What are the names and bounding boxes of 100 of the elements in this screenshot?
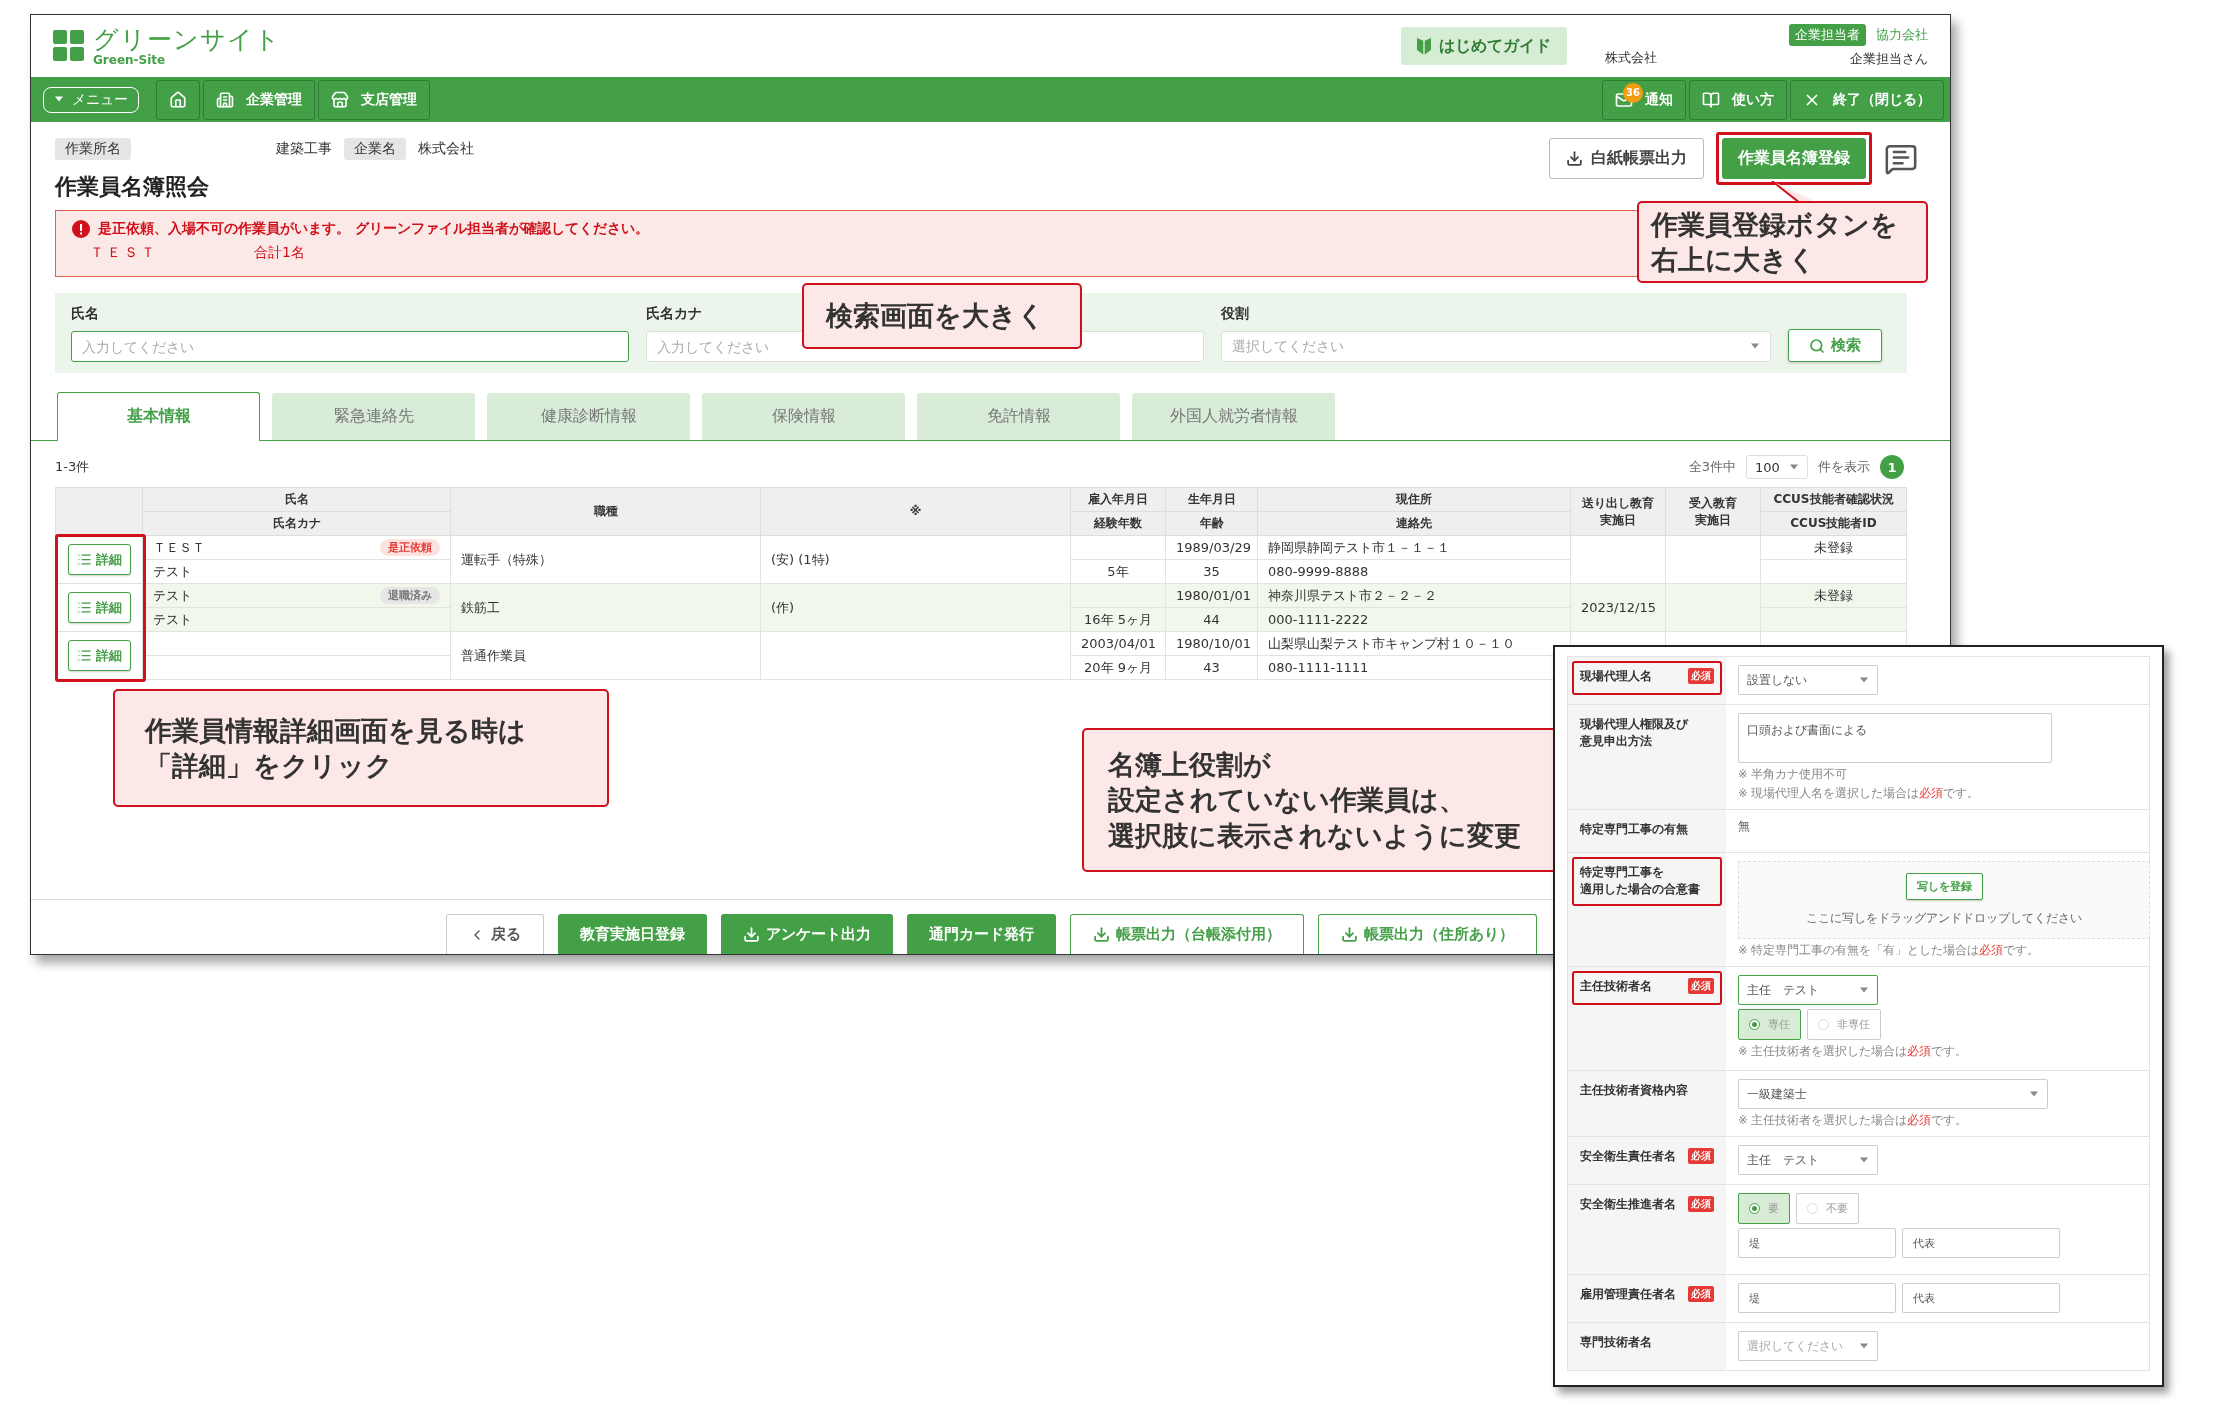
tab[interactable]: 外国人就労者情報 <box>1132 393 1335 440</box>
detail-button[interactable]: 詳細 <box>67 640 131 671</box>
worker-name: テスト <box>153 586 192 605</box>
select-field[interactable]: 設置しない <box>1738 665 1878 695</box>
select-field[interactable]: 主任 テスト <box>1738 1145 1878 1175</box>
menu-button[interactable]: メニュー <box>43 86 139 113</box>
nav-button[interactable]: 支店管理 <box>318 79 430 120</box>
search-icon <box>1809 337 1825 354</box>
input-field[interactable]: 堤 <box>1738 1283 1896 1313</box>
field-label: 安全衛生責任者名 <box>1580 1148 1676 1165</box>
header-cell: 生年月日 <box>1165 487 1258 512</box>
guide-button[interactable]: はじめてガイド <box>1401 27 1567 65</box>
nav-button[interactable]: 終了（閉じる） <box>1790 79 1944 120</box>
table-cell: 000-1111-2222 <box>1257 607 1571 632</box>
action-button[interactable]: 教育実施日登録 <box>558 914 707 954</box>
action-button[interactable]: 帳票出力（住所あり） <box>1318 914 1537 954</box>
action-button[interactable]: 通門カード発行 <box>907 914 1056 954</box>
field-label: 専門技術者名 <box>1580 1334 1652 1351</box>
caret-icon <box>1859 1156 1869 1164</box>
back-button[interactable]: 戻る <box>446 914 544 954</box>
select-field[interactable]: 選択してください <box>1738 1331 1878 1361</box>
tab[interactable]: 緊急連絡先 <box>272 393 475 440</box>
header-cell: 氏名 <box>142 487 451 512</box>
field-note: ※ 特定専門工事の有無を「有」とした場合は必須です。 <box>1738 943 2040 958</box>
header-cell: 送り出し教育 実施日 <box>1570 487 1666 536</box>
text-area[interactable]: 口頭および書面による <box>1738 713 2052 763</box>
tab[interactable]: 免許情報 <box>917 393 1120 440</box>
nav-button[interactable]: 使い方 <box>1689 79 1787 120</box>
download-icon <box>1566 150 1583 167</box>
alert-message: 是正依頼、入場不可の作業員がいます。 グリーンファイル担当者が確認してください。 <box>98 220 649 238</box>
select-field[interactable]: 主任 テスト <box>1738 975 1878 1005</box>
action-button[interactable]: 帳票出力（台帳添付用） <box>1070 914 1304 954</box>
tab[interactable]: 保険情報 <box>702 393 905 440</box>
home-button[interactable] <box>156 79 200 120</box>
company-label: 企業名 <box>344 138 406 160</box>
radio-option[interactable]: 不要 <box>1796 1193 1859 1224</box>
result-range: 1-3件 <box>55 458 90 476</box>
logo-icon <box>53 30 85 62</box>
header-cell: CCUS技能者確認状況 <box>1760 487 1907 512</box>
field-label: 主任技術者資格内容 <box>1580 1082 1688 1099</box>
table-cell: 鉄筋工 <box>450 583 761 632</box>
tab[interactable]: 基本情報 <box>57 391 260 442</box>
page-size-select[interactable]: 100 <box>1746 455 1808 479</box>
field-label: 氏名カナ <box>646 305 702 323</box>
role-select[interactable]: 選択してください <box>1221 331 1771 362</box>
nav-button[interactable]: 企業管理 <box>203 79 315 120</box>
alert-worker-name: ＴＥＳＴ <box>90 244 158 262</box>
table-cell: 普通作業員 <box>450 631 761 680</box>
select-field[interactable]: 一級建築士 <box>1738 1079 2048 1109</box>
radio-option[interactable]: 専任 <box>1738 1009 1801 1040</box>
drop-zone[interactable]: 写しを登録 ここに写しをドラッグアンドドロップしてください <box>1738 861 2150 939</box>
table-cell: (作) <box>760 583 1071 632</box>
site-label: 作業所名 <box>55 138 131 160</box>
field-label: 主任技術者名 <box>1580 978 1652 995</box>
total-count: 全3件中 <box>1688 458 1736 476</box>
worker-name: ＴＥＳＴ <box>153 538 205 557</box>
detail-button[interactable]: 詳細 <box>67 592 131 623</box>
radio-option[interactable]: 非専任 <box>1807 1009 1881 1040</box>
table-cell: 5年 <box>1070 559 1166 584</box>
notification-badge: 36 <box>1623 82 1643 103</box>
table-cell: 神奈川県テスト市２－２－２ <box>1257 583 1571 608</box>
home-icon <box>169 90 187 109</box>
field-label: 雇用管理責任者名 <box>1580 1286 1676 1303</box>
header-cell: CCUS技能者ID <box>1760 511 1907 536</box>
field-label: 現場代理人権限及び 意見申出方法 <box>1580 716 1688 751</box>
input-field[interactable]: 堤 <box>1738 1228 1896 1258</box>
table-cell: 16年 5ヶ月 <box>1070 607 1166 632</box>
nav-button[interactable]: 36 通知 <box>1602 79 1686 120</box>
export-button[interactable]: 白紙帳票出力 <box>1549 138 1704 179</box>
status-badge: 退職済み <box>380 587 440 604</box>
register-button[interactable]: 作業員名簿登録 <box>1722 138 1866 179</box>
leaf-mark-icon <box>1417 36 1431 56</box>
table-cell: 運転手（特殊） <box>450 535 761 584</box>
caret-icon <box>1859 986 1869 994</box>
tab[interactable]: 健康診断情報 <box>487 393 690 440</box>
role-badge: 企業担当者 <box>1789 24 1866 46</box>
upload-button[interactable]: 写しを登録 <box>1905 873 1983 900</box>
header-cell: 連絡先 <box>1257 511 1571 536</box>
company-name: 株式会社 <box>418 140 474 158</box>
table-cell: 080-9999-8888 <box>1257 559 1571 584</box>
required-badge: 必須 <box>1688 668 1714 684</box>
download-icon <box>743 925 760 943</box>
table-cell: 35 <box>1165 559 1258 584</box>
caret-icon <box>54 96 64 103</box>
table-cell: 2003/04/01 <box>1070 631 1166 656</box>
search-field[interactable]: 入力してください <box>71 331 629 362</box>
annotation-tooltip: 検索画面を大きく <box>802 283 1082 349</box>
search-button[interactable]: 検索 <box>1788 329 1882 362</box>
store-icon <box>331 90 349 109</box>
download-icon <box>1341 926 1358 943</box>
page-button[interactable]: 1 <box>1880 455 1904 479</box>
action-button[interactable]: アンケート出力 <box>721 914 893 954</box>
field-label: 氏名 <box>71 305 99 323</box>
drop-hint: ここに写しをドラッグアンドドロップしてください <box>1806 910 2082 927</box>
detail-button[interactable]: 詳細 <box>67 544 131 575</box>
radio-option[interactable]: 要 <box>1738 1193 1790 1224</box>
input-field[interactable]: 代表 <box>1902 1283 2060 1313</box>
table-cell: 44 <box>1165 607 1258 632</box>
table-cell: 静岡県静岡テスト市１－１－１ <box>1257 535 1571 560</box>
input-field[interactable]: 代表 <box>1902 1228 2060 1258</box>
